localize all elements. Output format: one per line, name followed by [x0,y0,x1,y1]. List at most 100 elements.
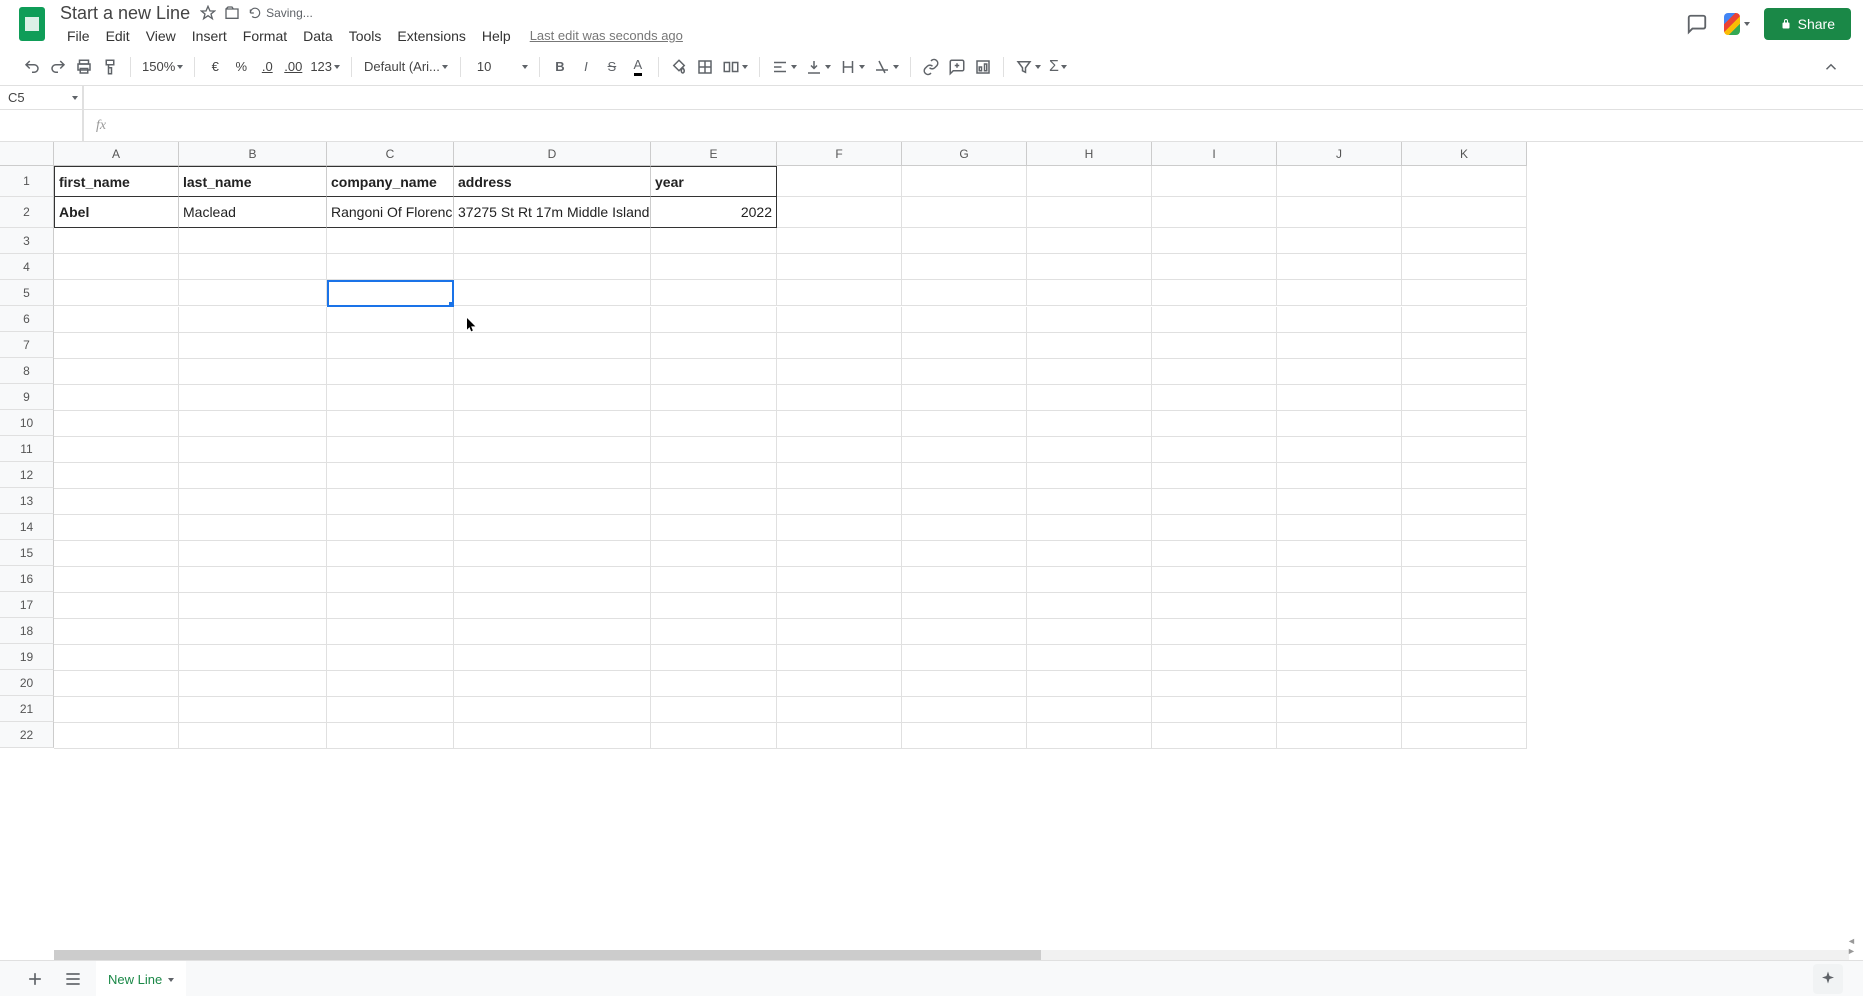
cell[interactable] [454,333,651,359]
cell[interactable] [1027,489,1152,515]
cell[interactable] [777,593,902,619]
increase-decimal-button[interactable]: .00 [281,55,305,79]
cell[interactable] [327,697,454,723]
cell[interactable] [902,254,1027,280]
cell[interactable] [1027,619,1152,645]
cell[interactable] [651,228,777,254]
cell[interactable] [327,437,454,463]
strikethrough-button[interactable]: S [600,55,624,79]
cell[interactable] [1027,515,1152,541]
cell[interactable] [454,541,651,567]
cell[interactable] [1277,593,1402,619]
cell[interactable] [902,515,1027,541]
row-header[interactable]: 9 [0,384,54,410]
cell[interactable] [1402,166,1527,197]
all-sheets-button[interactable] [58,964,88,994]
cell[interactable] [179,645,327,671]
cell[interactable] [179,489,327,515]
cell[interactable] [1152,619,1277,645]
cell[interactable]: company_name [327,166,454,197]
cell[interactable] [651,723,777,749]
cell[interactable]: Maclead [179,197,327,228]
cell[interactable] [179,697,327,723]
cell[interactable] [902,619,1027,645]
cell[interactable] [1152,280,1277,306]
cell[interactable] [902,697,1027,723]
cell[interactable] [54,280,179,306]
font-family-dropdown[interactable]: Default (Ari... [360,55,452,79]
cell[interactable] [327,228,454,254]
cell[interactable] [179,593,327,619]
sheets-logo[interactable] [12,4,52,44]
cell[interactable]: first_name [54,166,179,197]
paint-format-button[interactable] [98,55,122,79]
cell[interactable] [179,411,327,437]
cell[interactable] [1152,671,1277,697]
cell[interactable] [454,385,651,411]
cell[interactable] [902,437,1027,463]
cell[interactable] [327,619,454,645]
cell[interactable] [54,228,179,254]
cell[interactable] [651,541,777,567]
cell[interactable] [1027,723,1152,749]
scroll-right-icon[interactable]: ► [1847,946,1861,956]
cell[interactable] [454,280,651,306]
cell[interactable] [1277,166,1402,197]
cell[interactable] [54,671,179,697]
cell[interactable] [179,333,327,359]
cell[interactable] [1402,411,1527,437]
cell[interactable] [327,541,454,567]
cell[interactable] [454,463,651,489]
row-header[interactable]: 18 [0,618,54,644]
cell[interactable] [1277,228,1402,254]
cell[interactable] [1152,437,1277,463]
cell[interactable] [777,489,902,515]
row-header[interactable]: 15 [0,540,54,566]
cells-area[interactable]: first_namelast_namecompany_nameaddressye… [54,166,1527,749]
cell[interactable] [651,697,777,723]
collapse-toolbar-button[interactable] [1819,55,1843,79]
cell[interactable] [54,437,179,463]
format-currency-button[interactable]: € [203,55,227,79]
cell[interactable] [902,411,1027,437]
sheet-tab[interactable]: New Line [96,961,186,996]
cell[interactable] [54,723,179,749]
cell[interactable] [902,197,1027,228]
cell[interactable] [902,280,1027,306]
menu-data[interactable]: Data [296,26,340,46]
cell[interactable] [327,593,454,619]
cell[interactable] [902,567,1027,593]
cell[interactable] [1152,228,1277,254]
cell[interactable] [327,280,454,307]
cell[interactable] [651,463,777,489]
cell[interactable] [454,359,651,385]
cell[interactable] [1027,671,1152,697]
cell[interactable] [1402,197,1527,228]
cell[interactable] [454,697,651,723]
explore-button[interactable] [1813,964,1843,994]
cell[interactable] [1402,307,1527,333]
cell[interactable] [651,567,777,593]
cell[interactable] [1402,515,1527,541]
cell[interactable] [1027,411,1152,437]
cell[interactable] [777,359,902,385]
cell[interactable] [1402,619,1527,645]
cell[interactable] [777,463,902,489]
filter-button[interactable] [1012,55,1044,79]
cell[interactable] [1402,697,1527,723]
cell[interactable] [54,333,179,359]
cell[interactable] [902,228,1027,254]
cell[interactable] [179,359,327,385]
column-header[interactable]: H [1027,142,1152,166]
cell[interactable] [651,515,777,541]
cell[interactable] [54,463,179,489]
cell[interactable] [1277,489,1402,515]
insert-chart-button[interactable] [971,55,995,79]
cell[interactable] [1152,385,1277,411]
cell[interactable] [1402,437,1527,463]
cell[interactable] [777,411,902,437]
cell[interactable] [777,166,902,197]
cell[interactable] [1277,307,1402,333]
borders-button[interactable] [693,55,717,79]
cell[interactable] [1152,593,1277,619]
